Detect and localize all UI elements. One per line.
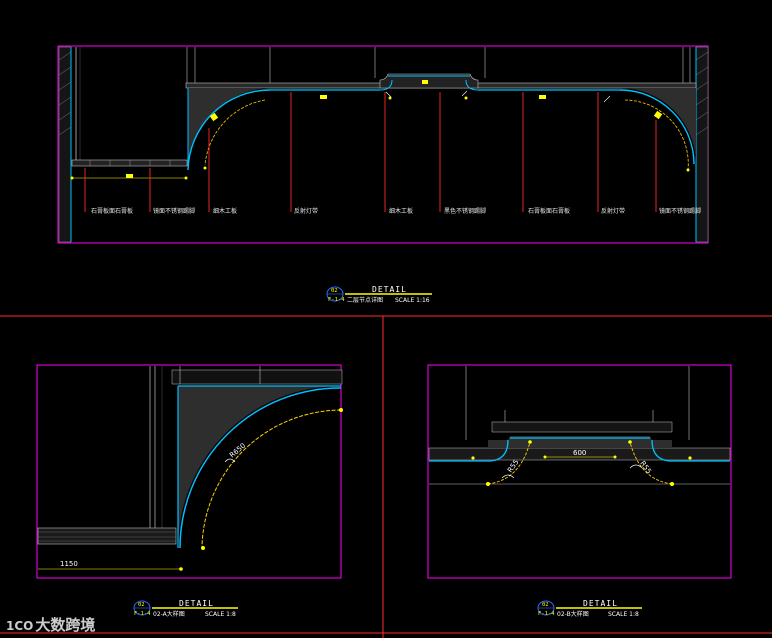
sheet-number: F-1-4 <box>328 297 345 303</box>
detail-scale: SCALE 1:16 <box>395 297 430 304</box>
detail-number: 02 <box>542 602 549 608</box>
main-title-block: 02 F-1-4 DETAIL 二层节点详图 SCALE 1:16 <box>326 285 432 304</box>
detail-b-width-dim: 600 <box>573 449 586 457</box>
material-label: 反射灯带 <box>294 207 318 215</box>
material-labels: 石膏板面石膏板 镜面不锈钢踢脚 细木工板 反射灯带 细木工板 黑色不锈钢踢脚 石… <box>91 207 701 215</box>
material-label: 石膏板面石膏板 <box>528 207 570 215</box>
material-label: 镜面不锈钢踢脚 <box>659 207 701 215</box>
watermark-logo: 1CO <box>6 619 34 633</box>
detail-b-frame <box>427 364 732 579</box>
watermark: 1CO 大数跨境 <box>6 614 95 635</box>
material-label: 黑色不锈钢踢脚 <box>444 207 486 215</box>
detail-number: 02 <box>331 288 338 294</box>
detail-a-width-dim: 1150 <box>60 560 78 568</box>
material-label: 反射灯带 <box>601 207 625 215</box>
main-section-view: 石膏板面石膏板 镜面不锈钢踢脚 细木工板 反射灯带 细木工板 黑色不锈钢踢脚 石… <box>57 45 709 304</box>
detail-b-view: 600 R55 R55 02 F-1-4 DETAIL 02-B大样图 SCAL… <box>427 364 732 618</box>
detail-number: 02 <box>138 602 145 608</box>
material-label: 细木工板 <box>389 207 413 215</box>
material-label: 石膏板面石膏板 <box>91 207 133 215</box>
detail-name: 02-A大样图 <box>153 610 185 618</box>
detail-b-radius-left-dim: R55 <box>506 458 520 474</box>
left-wall <box>58 46 72 243</box>
wall-hatch <box>58 51 709 136</box>
material-label: 镜面不锈钢踢脚 <box>153 207 195 215</box>
detail-scale: SCALE 1:8 <box>608 611 639 618</box>
watermark-text: 大数跨境 <box>35 616 96 634</box>
sheet-number: F-1-4 <box>538 611 555 617</box>
cad-drawing-sheet: 石膏板面石膏板 镜面不锈钢踢脚 细木工板 反射灯带 细木工板 黑色不锈钢踢脚 石… <box>0 45 772 638</box>
detail-a-title-block: 02 F-1-4 DETAIL 02-A大样图 SCALE 1:8 <box>133 599 238 618</box>
detail-b-title-block: 02 F-1-4 DETAIL 02-B大样图 SCALE 1:8 <box>537 599 642 618</box>
detail-a-view: R650 1150 02 F-1-4 DETAIL 02-A大样图 SCALE … <box>36 364 343 618</box>
detail-name: 二层节点详图 <box>347 296 383 304</box>
right-arc-soffit <box>620 88 696 164</box>
sheet-number: F-1-4 <box>134 611 151 617</box>
detail-name: 02-B大样图 <box>557 610 589 618</box>
detail-word: DETAIL <box>583 599 618 608</box>
leader-lines <box>84 92 657 212</box>
detail-b-radius-right-dim: R55 <box>638 460 652 476</box>
material-label: 细木工板 <box>213 207 237 215</box>
detail-word: DETAIL <box>179 599 214 608</box>
detail-scale: SCALE 1:8 <box>205 611 236 618</box>
detail-word: DETAIL <box>372 285 407 294</box>
